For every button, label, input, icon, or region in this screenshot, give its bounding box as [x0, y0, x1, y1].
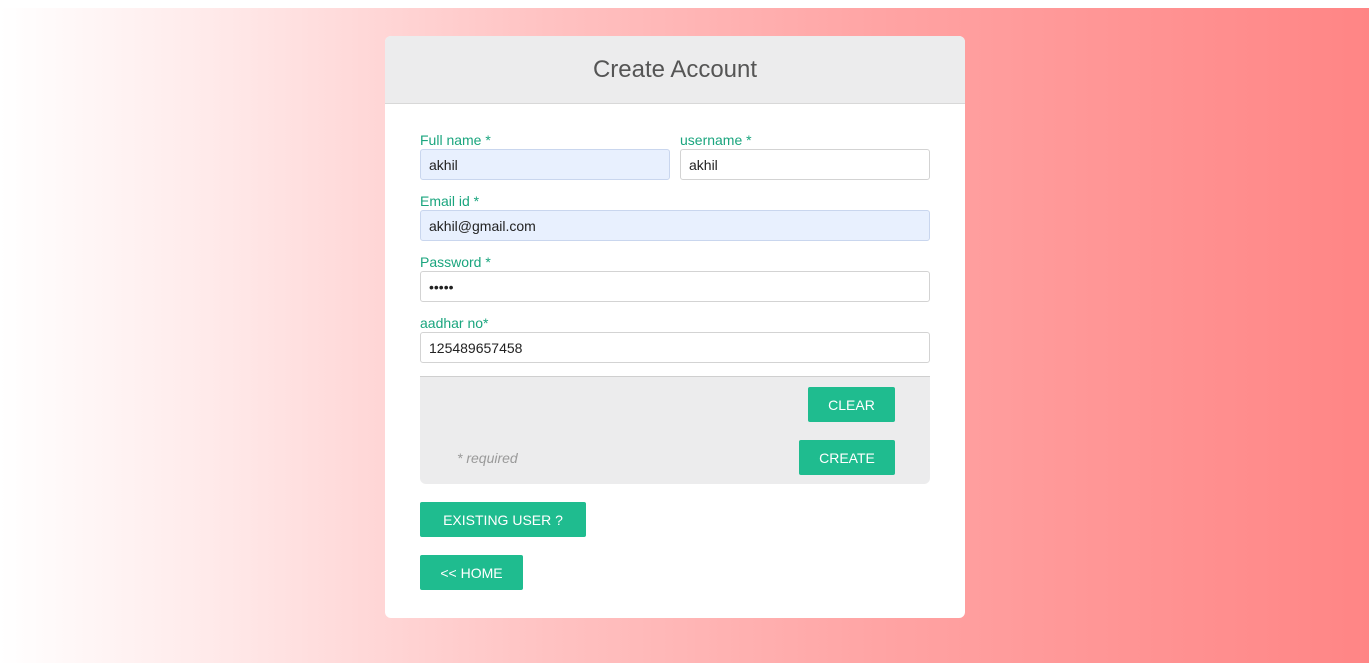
email-label: Email id * — [420, 193, 480, 209]
required-note: * required — [457, 450, 518, 466]
aadhar-group: aadhar no* — [420, 315, 930, 363]
clear-button[interactable]: CLEAR — [808, 387, 895, 422]
password-label: Password * — [420, 254, 491, 270]
email-group: Email id * — [420, 193, 930, 241]
email-input[interactable] — [420, 210, 930, 241]
create-button[interactable]: CREATE — [799, 440, 895, 475]
username-group: username * — [680, 132, 930, 180]
form-actions-panel: CLEAR * required CREATE — [420, 376, 930, 484]
name-row: Full name * username * — [420, 132, 930, 193]
page-title: Create Account — [592, 55, 758, 83]
home-button[interactable]: << HOME — [420, 555, 523, 590]
card-header: Create Account — [385, 36, 965, 104]
username-input[interactable] — [680, 149, 930, 180]
create-account-card: Create Account Full name * username * Em… — [385, 36, 965, 618]
aadhar-label: aadhar no* — [420, 315, 489, 331]
password-group: Password * — [420, 254, 930, 302]
username-label: username * — [680, 132, 752, 148]
signup-form: Full name * username * Email id * Passwo… — [385, 104, 965, 590]
fullname-group: Full name * — [420, 132, 670, 180]
fullname-input[interactable] — [420, 149, 670, 180]
password-input[interactable] — [420, 271, 930, 302]
existing-user-button[interactable]: EXISTING USER ? — [420, 502, 586, 537]
fullname-label: Full name * — [420, 132, 491, 148]
aadhar-input[interactable] — [420, 332, 930, 363]
